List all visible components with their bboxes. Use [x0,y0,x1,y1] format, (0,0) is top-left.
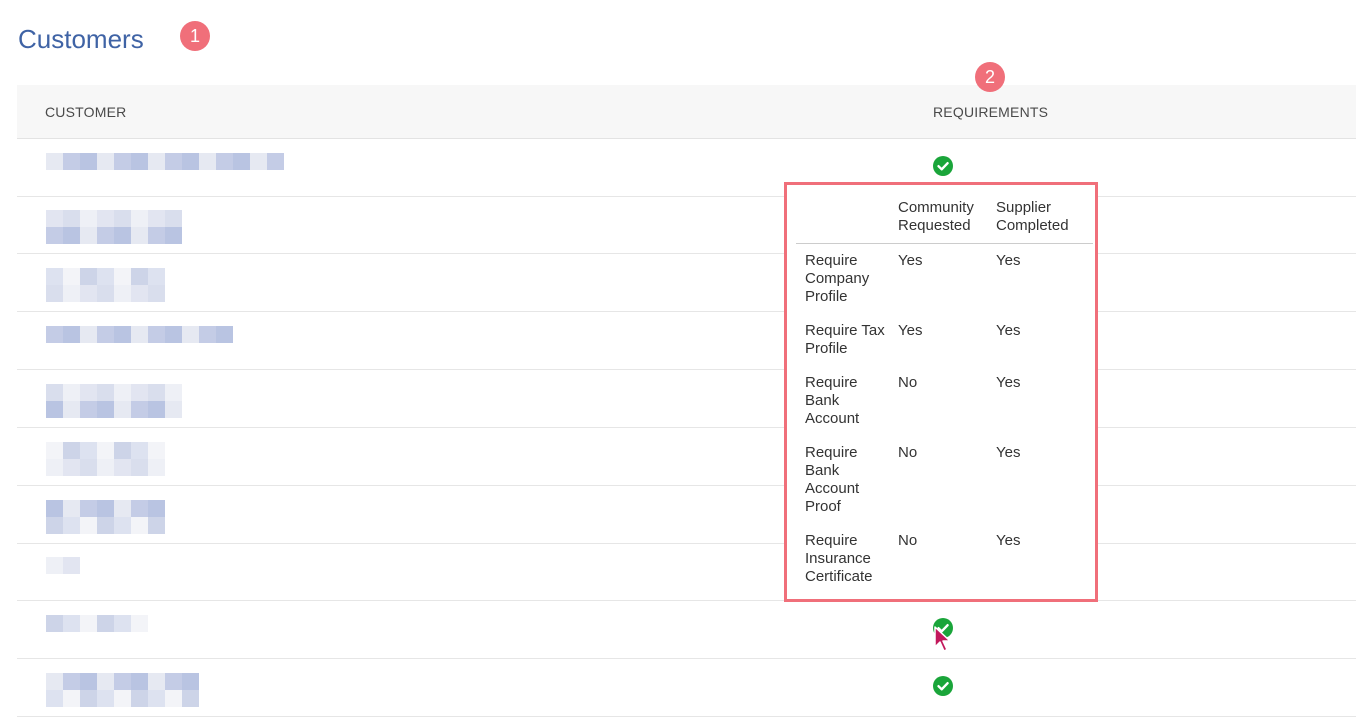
table-row[interactable] [17,601,1356,659]
community-value: Yes [898,252,923,269]
table-row[interactable] [17,196,1356,254]
customer-name-redacted[interactable] [46,384,188,418]
table-row[interactable] [17,312,1356,370]
customer-name-redacted[interactable] [46,442,170,476]
header-supplier-completed: Supplier Completed [996,199,1069,234]
table-row[interactable] [17,486,1356,544]
supplier-value: Yes [996,444,1021,461]
requirements-table-header: Community Requested Supplier Completed [796,199,1093,244]
requirement-label: Require Company Profile [805,252,870,305]
requirement-row: Require Bank Account Proof No Yes [796,436,1093,524]
table-row[interactable] [17,659,1356,717]
header-community-requested: Community Requested [898,199,974,234]
supplier-value: Yes [996,252,1021,269]
check-circle-icon[interactable] [933,676,953,696]
requirement-row: Require Insurance Certificate No Yes [796,524,1093,594]
table-row[interactable] [17,428,1356,486]
requirement-label: Require Insurance Certificate [805,532,873,585]
customer-name-redacted[interactable] [46,153,294,183]
supplier-value: Yes [996,532,1021,549]
customer-name-redacted[interactable] [46,326,241,356]
table-row[interactable] [17,370,1356,428]
requirement-row: Require Company Profile Yes Yes [796,244,1093,315]
community-value: No [898,532,918,549]
table-header: CUSTOMER REQUIREMENTS [17,85,1356,139]
requirement-label: Require Bank Account [805,374,860,427]
customer-name-redacted[interactable] [46,557,82,587]
column-header-customer[interactable]: CUSTOMER [45,104,126,120]
community-value: No [898,444,918,461]
table-row[interactable] [17,139,1356,197]
customer-name-redacted[interactable] [46,673,205,707]
supplier-value: Yes [996,374,1021,391]
supplier-value: Yes [996,322,1021,339]
mouse-cursor-icon [934,626,951,652]
column-header-requirements[interactable]: REQUIREMENTS [933,104,1048,120]
customer-name-redacted[interactable] [46,500,170,534]
page-title: Customers [18,24,144,54]
requirements-header-empty [796,199,889,244]
requirement-row: Require Tax Profile Yes Yes [796,314,1093,366]
requirements-popup: Community Requested Supplier Completed R… [784,182,1098,602]
customer-name-redacted[interactable] [46,268,170,302]
annotation-badge-2: 2 [975,62,1005,92]
annotation-badge-1: 1 [180,21,210,51]
requirement-row: Require Bank Account No Yes [796,366,1093,436]
requirements-table: Community Requested Supplier Completed R… [796,199,1093,594]
community-value: Yes [898,322,923,339]
requirement-label: Require Tax Profile [805,322,885,357]
customer-name-redacted[interactable] [46,615,153,645]
customer-name-redacted[interactable] [46,210,188,244]
table-row[interactable] [17,543,1356,601]
requirement-label: Require Bank Account Proof [805,444,860,515]
community-value: No [898,374,918,391]
check-circle-icon[interactable] [933,156,953,176]
table-row[interactable] [17,254,1356,312]
